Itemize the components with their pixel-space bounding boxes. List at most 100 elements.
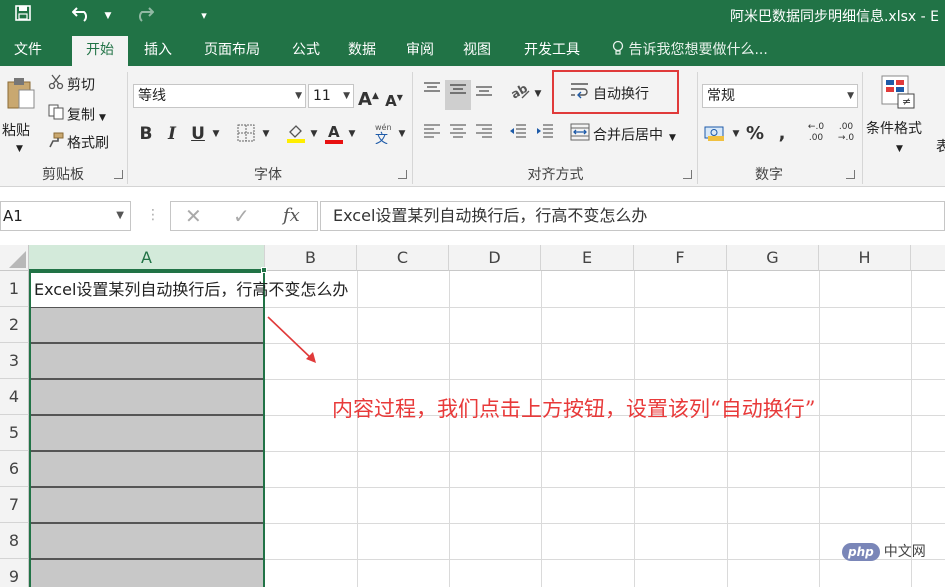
orientation-icon[interactable]: ab bbox=[508, 81, 532, 106]
row-header-5[interactable]: 5 bbox=[0, 415, 29, 451]
tab-review[interactable]: 审阅 bbox=[394, 34, 446, 66]
font-launcher-icon[interactable] bbox=[398, 170, 407, 179]
borders-icon[interactable] bbox=[234, 122, 258, 146]
column-header-a[interactable]: A bbox=[29, 245, 265, 271]
column-header-f[interactable]: F bbox=[634, 245, 727, 271]
tell-me-placeholder: 告诉我您想要做什么... bbox=[628, 42, 768, 58]
font-size-combo[interactable]: 11 ▼ bbox=[308, 84, 354, 108]
row-header-9[interactable]: 9 bbox=[0, 559, 29, 587]
clipboard-launcher-icon[interactable] bbox=[114, 170, 123, 179]
gridline bbox=[31, 414, 263, 416]
bottom-align-icon[interactable] bbox=[472, 80, 496, 110]
alignment-launcher-icon[interactable] bbox=[683, 170, 692, 179]
top-align-icon[interactable] bbox=[420, 80, 444, 110]
row-header-7[interactable]: 7 bbox=[0, 487, 29, 523]
percent-style-icon[interactable]: % bbox=[744, 122, 766, 146]
copy-button[interactable]: 复制 ▼ bbox=[48, 104, 106, 129]
paste-dropdown-icon[interactable]: ▼ bbox=[16, 138, 23, 160]
grow-font-icon[interactable]: A▲ bbox=[358, 84, 379, 110]
phonetic-guide-icon[interactable]: wén 文 bbox=[370, 122, 396, 147]
italic-button[interactable]: I bbox=[162, 122, 182, 146]
tab-data[interactable]: 数据 bbox=[336, 34, 388, 66]
fill-color-icon[interactable] bbox=[284, 122, 308, 146]
tab-developer[interactable]: 开发工具 bbox=[510, 34, 594, 66]
selected-column-a[interactable] bbox=[29, 271, 265, 587]
customize-qat-icon[interactable]: ▾ bbox=[196, 4, 212, 28]
accounting-dropdown-icon[interactable]: ▼ bbox=[730, 122, 742, 146]
decrease-indent-icon[interactable] bbox=[506, 122, 530, 146]
lightbulb-icon bbox=[612, 40, 628, 58]
tab-page-layout[interactable]: 页面布局 bbox=[190, 34, 274, 66]
font-color-icon[interactable]: A bbox=[322, 122, 346, 146]
enter-check-icon[interactable]: ✓ bbox=[233, 202, 250, 230]
bold-button[interactable]: B bbox=[136, 122, 156, 146]
row-header-3[interactable]: 3 bbox=[0, 343, 29, 379]
row-header-2[interactable]: 2 bbox=[0, 307, 29, 343]
row-header-1[interactable]: 1 bbox=[0, 271, 29, 307]
row-header-6[interactable]: 6 bbox=[0, 451, 29, 487]
conditional-format-dropdown-icon[interactable]: ▼ bbox=[896, 138, 903, 160]
undo-dropdown-icon[interactable]: ▼ bbox=[102, 4, 114, 28]
column-header-e[interactable]: E bbox=[541, 245, 634, 271]
column-header-c[interactable]: C bbox=[357, 245, 449, 271]
conditional-format-label: 条件格式 bbox=[866, 121, 922, 137]
align-left-icon[interactable] bbox=[420, 122, 444, 146]
copy-dropdown-icon[interactable]: ▼ bbox=[99, 113, 106, 123]
accounting-format-icon[interactable] bbox=[702, 122, 728, 146]
increase-indent-icon[interactable] bbox=[533, 122, 557, 146]
paste-button[interactable]: 粘贴 ▼ bbox=[2, 76, 42, 156]
gridline bbox=[634, 271, 635, 587]
increase-decimal-icon[interactable]: ←.0.00 bbox=[802, 122, 830, 146]
column-header-b[interactable]: B bbox=[265, 245, 357, 271]
decrease-decimal-icon[interactable]: .00 →.0 bbox=[832, 122, 860, 146]
tab-formulas[interactable]: 公式 bbox=[280, 34, 332, 66]
fill-color-dropdown-icon[interactable]: ▼ bbox=[308, 122, 320, 146]
tell-me-search[interactable]: 告诉我您想要做什么... bbox=[612, 34, 768, 66]
select-all-corner[interactable] bbox=[0, 245, 29, 271]
svg-text:文: 文 bbox=[375, 132, 388, 144]
format-as-table-button[interactable]: 表 bbox=[936, 136, 945, 158]
tab-file[interactable]: 文件 bbox=[0, 34, 56, 66]
save-icon[interactable] bbox=[10, 4, 36, 28]
align-right-icon[interactable] bbox=[472, 122, 496, 146]
shrink-font-icon[interactable]: A▼ bbox=[384, 86, 404, 110]
number-format-combo[interactable]: 常规 ▼ bbox=[702, 84, 858, 108]
formula-input[interactable]: Excel设置某列自动换行后，行高不变怎么办 bbox=[320, 201, 945, 231]
cancel-icon[interactable]: ✕ bbox=[185, 202, 202, 230]
tab-view[interactable]: 视图 bbox=[451, 34, 503, 66]
cut-button[interactable]: 剪切 bbox=[48, 74, 95, 97]
gridline bbox=[31, 558, 263, 560]
insert-function-icon[interactable]: fx bbox=[283, 202, 300, 230]
borders-dropdown-icon[interactable]: ▼ bbox=[260, 122, 272, 146]
name-box[interactable]: A1 ▼ bbox=[0, 201, 131, 231]
phonetic-dropdown-icon[interactable]: ▼ bbox=[396, 122, 408, 146]
fill-handle[interactable] bbox=[261, 267, 267, 273]
comma-style-icon[interactable]: , bbox=[772, 122, 792, 146]
undo-icon[interactable] bbox=[66, 4, 100, 28]
gridline bbox=[449, 271, 450, 587]
row-header-4[interactable]: 4 bbox=[0, 379, 29, 415]
font-color-dropdown-icon[interactable]: ▼ bbox=[346, 122, 358, 146]
middle-align-icon[interactable] bbox=[445, 80, 471, 110]
underline-dropdown-icon[interactable]: ▼ bbox=[210, 122, 222, 146]
font-name-combo[interactable]: 等线 ▼ bbox=[133, 84, 306, 108]
column-header-h[interactable]: H bbox=[819, 245, 911, 271]
underline-button[interactable]: U bbox=[188, 122, 208, 146]
merge-dropdown-icon[interactable]: ▼ bbox=[669, 133, 676, 143]
worksheet-grid[interactable]: A B C D E F G H 1 2 3 4 5 6 7 8 9 Excel设… bbox=[0, 245, 945, 587]
redo-icon[interactable] bbox=[128, 4, 158, 28]
row-header-8[interactable]: 8 bbox=[0, 523, 29, 559]
align-center-icon[interactable] bbox=[446, 122, 470, 146]
merge-center-button[interactable]: 合并后居中 ▼ bbox=[570, 123, 676, 149]
format-painter-button[interactable]: 格式刷 bbox=[48, 132, 109, 155]
font-group-label: 字体 bbox=[254, 167, 282, 183]
chevron-down-icon: ▼ bbox=[116, 210, 124, 221]
conditional-format-button[interactable]: ≠ 条件格式 ▼ bbox=[866, 74, 936, 154]
number-launcher-icon[interactable] bbox=[846, 170, 855, 179]
column-header-g[interactable]: G bbox=[727, 245, 819, 271]
orientation-dropdown-icon[interactable]: ▼ bbox=[532, 82, 544, 106]
tab-insert[interactable]: 插入 bbox=[130, 34, 186, 66]
column-header-d[interactable]: D bbox=[449, 245, 541, 271]
gridline bbox=[31, 522, 263, 524]
tab-home[interactable]: 开始 bbox=[72, 34, 128, 66]
